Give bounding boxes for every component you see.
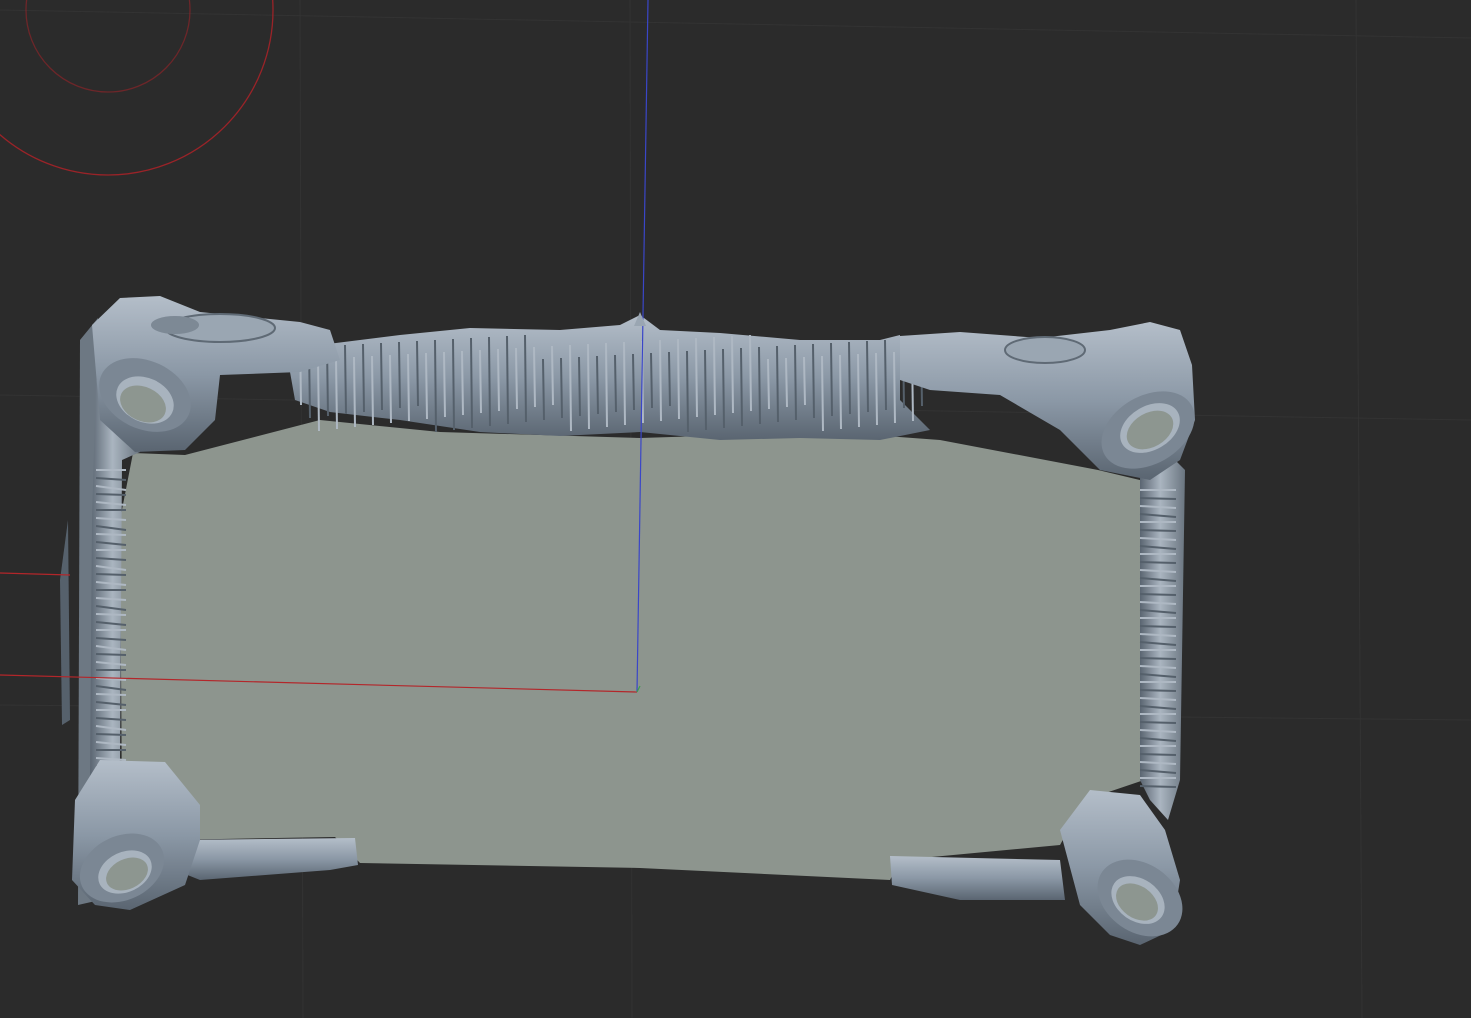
relief-ridge bbox=[884, 339, 887, 411]
relief-ridge bbox=[830, 342, 833, 417]
relief-ridge bbox=[893, 351, 896, 424]
relief-ridge bbox=[1139, 721, 1177, 724]
relief-ridge bbox=[614, 354, 617, 413]
relief-ridge bbox=[713, 336, 716, 416]
grid-line bbox=[1355, 0, 1363, 1018]
relief-ridge bbox=[470, 337, 473, 429]
relief-ridge bbox=[587, 343, 590, 430]
frame-bottom-rim-left bbox=[175, 838, 358, 880]
relief-ridge bbox=[524, 334, 527, 423]
x-axis-line-secondary bbox=[0, 572, 71, 576]
relief-ridge bbox=[749, 334, 752, 412]
relief-ridge bbox=[335, 357, 338, 430]
relief-ridge bbox=[785, 357, 788, 408]
relief-ridge bbox=[542, 358, 545, 421]
relief-ridge bbox=[821, 355, 824, 432]
frame-model[interactable] bbox=[60, 296, 1208, 952]
relief-ridge bbox=[497, 348, 500, 412]
relief-ridge bbox=[632, 353, 635, 411]
relief-ridge bbox=[344, 344, 347, 415]
relief-ridge bbox=[623, 341, 626, 426]
relief-ridge bbox=[758, 346, 761, 425]
relief-ridge bbox=[551, 345, 554, 406]
frame-left-edge bbox=[60, 520, 70, 725]
relief-ridge bbox=[677, 338, 680, 420]
relief-ridge bbox=[659, 339, 662, 422]
relief-ridge bbox=[740, 347, 743, 427]
relief-ridge bbox=[839, 354, 842, 430]
relief-ridge bbox=[371, 355, 374, 426]
relief-ridge bbox=[722, 348, 725, 429]
relief-ridge bbox=[533, 346, 536, 408]
relief-ridge bbox=[479, 349, 482, 414]
relief-ridge bbox=[1139, 529, 1177, 532]
relief-ridge bbox=[95, 733, 127, 736]
relief-ridge bbox=[398, 341, 401, 409]
relief-ridge bbox=[95, 573, 127, 576]
relief-ridge bbox=[452, 338, 455, 431]
relief-ridge bbox=[506, 335, 509, 425]
rotation-gizmo[interactable] bbox=[0, 0, 274, 176]
relief-ridge bbox=[95, 693, 127, 696]
relief-ridge bbox=[1139, 785, 1177, 788]
relief-ridge bbox=[866, 340, 869, 413]
relief-ridge bbox=[1139, 497, 1177, 500]
relief-ridge bbox=[578, 356, 581, 417]
relief-ridge bbox=[95, 493, 127, 496]
relief-ridge bbox=[389, 354, 392, 424]
relief-ridge bbox=[488, 336, 491, 427]
relief-ridge bbox=[95, 653, 127, 656]
relief-ridge bbox=[569, 344, 572, 432]
frame-bottom-rim-right bbox=[890, 856, 1065, 900]
relief-ridge bbox=[416, 340, 419, 407]
relief-ridge bbox=[353, 356, 356, 428]
relief-ridge bbox=[794, 344, 797, 421]
relief-ridge bbox=[668, 351, 671, 407]
relief-ridge bbox=[803, 356, 806, 406]
relief-ridge bbox=[95, 533, 127, 536]
relief-ridge bbox=[515, 347, 518, 410]
relief-ridge bbox=[857, 353, 860, 428]
relief-ridge bbox=[1139, 753, 1177, 756]
relief-ridge bbox=[704, 349, 707, 431]
relief-ridge bbox=[650, 352, 653, 409]
relief-ridge bbox=[812, 343, 815, 419]
viewport-scene[interactable] bbox=[0, 0, 1471, 1018]
relief-ridge bbox=[1139, 657, 1177, 660]
relief-ridge bbox=[767, 358, 770, 410]
relief-ridge bbox=[1139, 561, 1177, 564]
relief-ridge bbox=[605, 342, 608, 428]
relief-ridge bbox=[434, 339, 437, 433]
relief-ridge bbox=[317, 358, 320, 432]
relief-ridge bbox=[95, 613, 127, 616]
frame-top-rim bbox=[290, 315, 930, 440]
relief-ridge bbox=[776, 345, 779, 423]
relief-ridge bbox=[407, 353, 410, 422]
3d-viewport[interactable] bbox=[0, 0, 1471, 1018]
relief-ridge bbox=[596, 355, 599, 415]
relief-ridge bbox=[875, 352, 878, 426]
gizmo-inner-ring[interactable] bbox=[25, 0, 191, 93]
relief-ridge bbox=[380, 342, 383, 411]
relief-ridge bbox=[1139, 593, 1177, 596]
relief-ridge bbox=[1139, 689, 1177, 692]
relief-ridge bbox=[560, 357, 563, 419]
relief-ridge bbox=[848, 341, 851, 415]
frame-right-rim bbox=[1140, 455, 1185, 820]
grid-line bbox=[0, 9, 1471, 39]
relief-ridge bbox=[695, 337, 698, 418]
frame-base-panel bbox=[120, 420, 1148, 880]
relief-ridge bbox=[731, 335, 734, 414]
relief-ridge bbox=[1139, 625, 1177, 628]
relief-ridge bbox=[425, 352, 428, 420]
relief-ridge bbox=[686, 350, 689, 433]
relief-ridge bbox=[362, 343, 365, 413]
relief-ridge bbox=[461, 350, 464, 416]
relief-ridge bbox=[443, 351, 446, 418]
